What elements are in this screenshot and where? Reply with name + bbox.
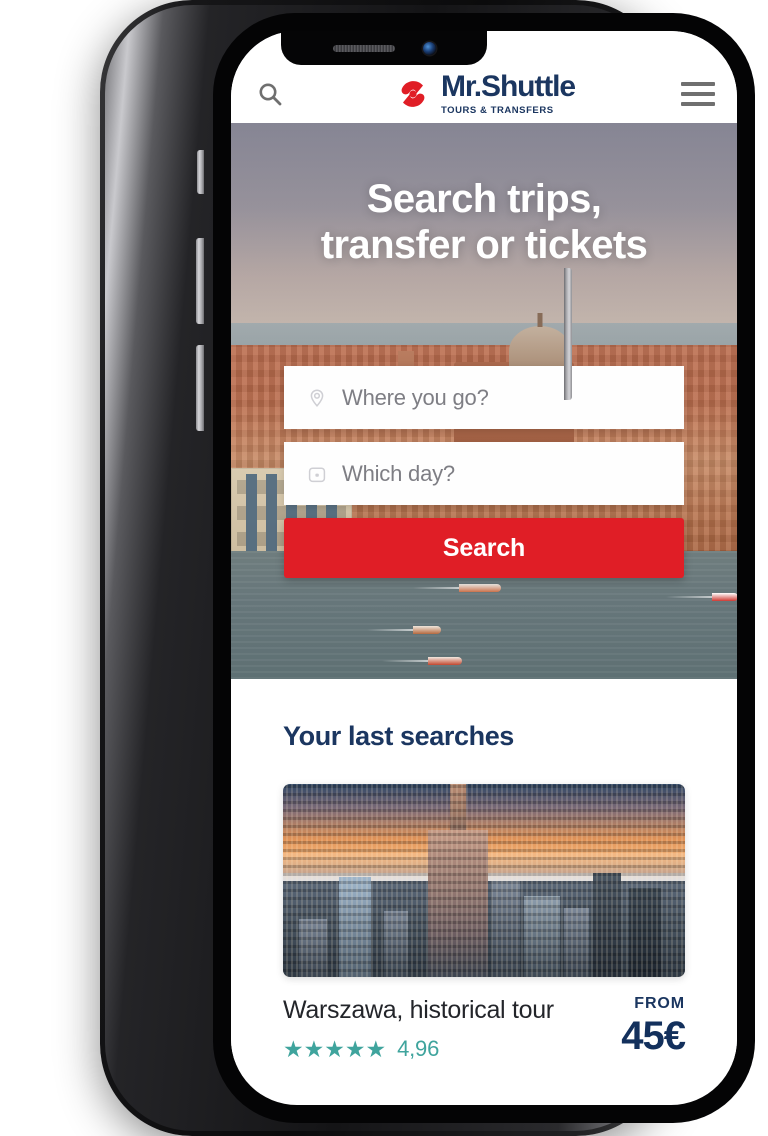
hero-title-line-1: Search trips,	[366, 177, 602, 221]
trip-details: Warszawa, historical tour ★★★★★ 4,96 FRO…	[283, 995, 686, 1062]
hero-title: Search trips, transfer or tickets	[231, 177, 737, 268]
date-field[interactable]: Which day?	[284, 442, 684, 505]
trip-rating: ★★★★★ 4,96	[283, 1036, 554, 1062]
menu-line-2	[681, 92, 715, 96]
destination-placeholder: Where you go?	[342, 384, 489, 410]
price-from-label: FROM	[634, 995, 685, 1012]
location-pin-icon	[306, 387, 328, 409]
volume-up-button[interactable]	[196, 238, 204, 324]
brand-name: Mr.Shuttle	[440, 70, 576, 103]
trip-search-form: Where you go? Which day? Search	[284, 366, 684, 578]
price-amount: 45€	[621, 1014, 686, 1058]
brand-logo[interactable]: Mr.Shuttle TOURS & TRANSFERS	[287, 72, 681, 116]
brand-logo-text: Mr.Shuttle TOURS & TRANSFERS	[440, 70, 576, 117]
trip-thumbnail-image	[283, 784, 685, 977]
power-button[interactable]	[564, 268, 572, 400]
brand-tagline: TOURS & TRANSFERS	[440, 105, 554, 116]
search-submit-button[interactable]: Search	[284, 518, 684, 578]
star-rating-icons: ★★★★★	[283, 1035, 387, 1062]
mute-switch[interactable]	[197, 150, 204, 194]
trip-info-block: Warszawa, historical tour ★★★★★ 4,96	[283, 995, 554, 1062]
volume-down-button[interactable]	[196, 345, 204, 431]
trip-card[interactable]: Warszawa, historical tour ★★★★★ 4,96 FRO…	[283, 784, 686, 1062]
search-icon[interactable]	[253, 81, 287, 107]
hamburger-menu-icon[interactable]	[681, 82, 715, 106]
hero-title-line-2: transfer or tickets	[320, 222, 648, 267]
calendar-icon	[306, 463, 328, 485]
rating-value: 4,96	[397, 1036, 440, 1061]
menu-line-1	[681, 82, 715, 86]
hero-section: Search trips, transfer or tickets Where …	[231, 123, 737, 679]
trip-price-block: FROM 45€	[621, 995, 686, 1058]
menu-line-3	[681, 102, 715, 106]
speaker-grille	[332, 44, 395, 52]
section-title: Your last searches	[283, 721, 514, 751]
phone-screen: Mr.Shuttle TOURS & TRANSFERS Search trip…	[231, 31, 737, 1105]
trip-title: Warszawa, historical tour	[283, 996, 554, 1024]
phone-device-frame: Mr.Shuttle TOURS & TRANSFERS Search trip…	[100, 0, 755, 1136]
destination-field[interactable]: Where you go?	[284, 366, 684, 429]
shuttle-swirl-logo-icon	[393, 74, 433, 114]
front-camera-icon	[422, 41, 436, 55]
warsaw-window-lights	[283, 784, 685, 977]
last-searches-section: Your last searches Warszawa, historical …	[231, 679, 737, 1062]
phone-notch	[281, 31, 487, 65]
date-placeholder: Which day?	[342, 460, 455, 486]
